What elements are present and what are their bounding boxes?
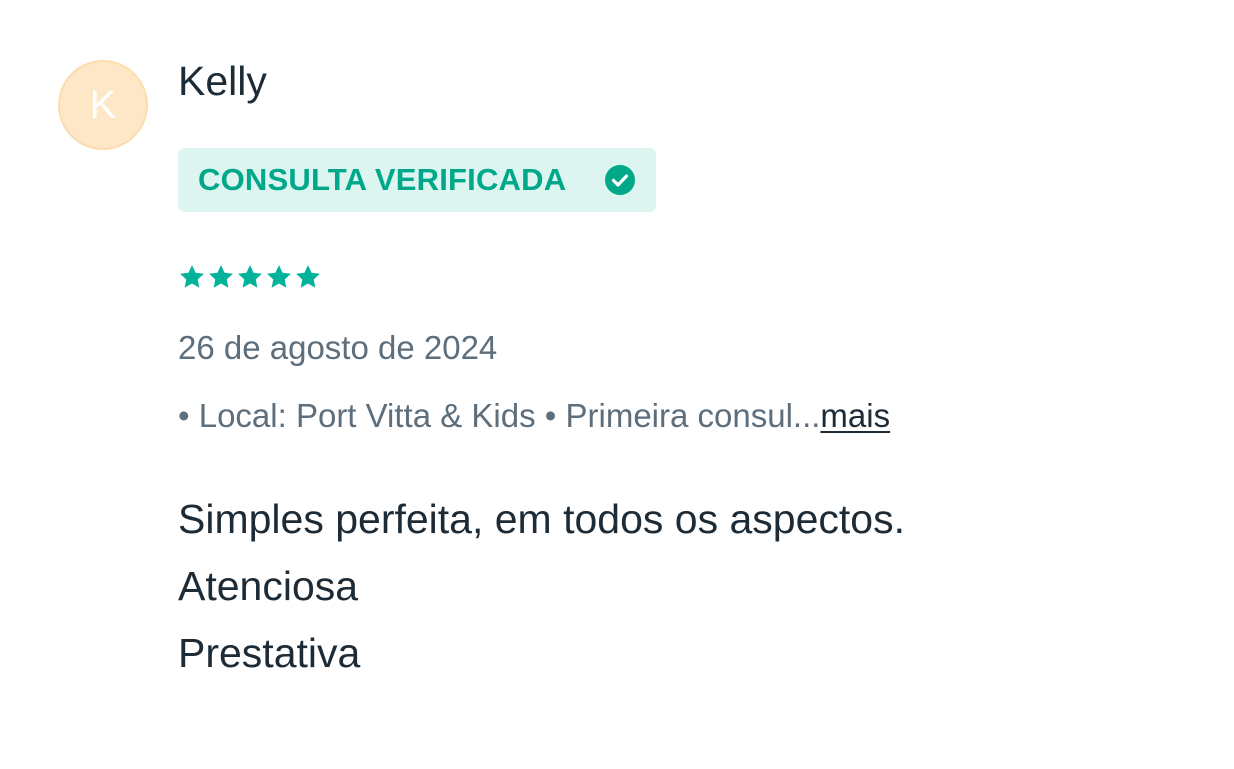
star-icon: [180, 265, 204, 288]
more-link[interactable]: mais: [820, 397, 890, 434]
avatar: K: [58, 60, 148, 150]
star-icon: [209, 265, 233, 288]
avatar-letter: K: [89, 83, 117, 127]
review-details-text: • Local: Port Vitta & Kids • Primeira co…: [178, 397, 821, 434]
star-rating: [178, 262, 322, 292]
verified-badge: CONSULTA VERIFICADA: [178, 148, 656, 212]
review-body-line: Prestativa: [178, 630, 361, 676]
star-icon: [238, 265, 262, 288]
review-details: • Local: Port Vitta & Kids • Primeira co…: [178, 396, 890, 436]
check-circle-icon: [605, 165, 635, 195]
review-body-line: Simples perfeita, em todos os aspectos.: [178, 496, 905, 542]
review-body-line: Atenciosa: [178, 563, 359, 609]
review-body: Simples perfeita, em todos os aspectos. …: [178, 486, 905, 687]
star-icon: [267, 265, 291, 288]
verified-badge-label: CONSULTA VERIFICADA: [198, 162, 567, 197]
review-date: 26 de agosto de 2024: [178, 329, 498, 366]
author-name: Kelly: [178, 58, 267, 104]
star-icon: [296, 265, 320, 288]
review-card: K Kelly CONSULTA VERIFICADA 26 de agosto…: [0, 0, 1234, 769]
